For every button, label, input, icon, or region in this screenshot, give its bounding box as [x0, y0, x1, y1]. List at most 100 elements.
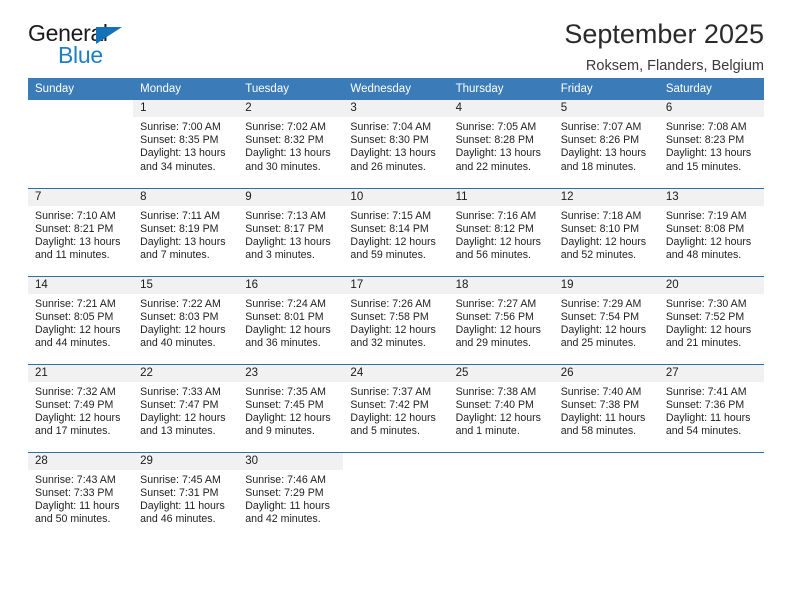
sunrise-text: Sunrise: 7:11 AM: [140, 209, 221, 222]
day-number: 25: [448, 364, 554, 382]
calendar-day-cell[interactable]: 28 Sunrise: 7:43 AM Sunset: 7:33 PM Dayligh…: [28, 451, 134, 540]
daylight-text-line1: Daylight: 11 hours: [140, 499, 225, 512]
sunset-text: Sunset: 8:10 PM: [560, 222, 640, 235]
calendar-day-cell[interactable]: 20 Sunrise: 7:30 AM Sunset: 7:52 PM Dayligh…: [658, 275, 764, 364]
title-block: September 2025 Roksem, Flanders, Belgium: [564, 18, 764, 76]
day-number: 3: [343, 100, 449, 117]
daylight-text-line1: Daylight: 12 hours: [245, 323, 331, 336]
calendar-day-cell[interactable]: 14 Sunrise: 7:21 AM Sunset: 8:05 PM Dayligh…: [28, 275, 134, 364]
day-number: 20: [658, 276, 764, 294]
day-number: [658, 452, 764, 470]
day-number: 29: [133, 452, 239, 470]
daylight-text-line1: Daylight: 12 hours: [35, 411, 121, 424]
sunrise-text: Sunrise: 7:38 AM: [455, 385, 537, 398]
sunset-text: Sunset: 8:12 PM: [455, 222, 534, 235]
calendar-day-cell[interactable]: 30 Sunrise: 7:46 AM Sunset: 7:29 PM Dayligh…: [238, 451, 344, 540]
daylight-text-line2: and 58 minutes.: [560, 425, 637, 438]
calendar-day-cell[interactable]: 27 Sunrise: 7:41 AM Sunset: 7:36 PM Dayligh…: [658, 363, 764, 452]
calendar-week-row: 14 Sunrise: 7:21 AM Sunset: 8:05 PM Dayligh…: [28, 275, 764, 364]
daylight-text-line1: Daylight: 12 hours: [560, 323, 647, 336]
logo-text-blue: Blue: [58, 42, 103, 68]
calendar-day-cell[interactable]: 8 Sunrise: 7:11 AM Sunset: 8:19 PM Daylight…: [133, 187, 239, 276]
calendar-day-cell[interactable]: 15 Sunrise: 7:22 AM Sunset: 8:03 PM Dayligh…: [133, 275, 239, 364]
calendar-day-cell[interactable]: 2 Sunrise: 7:02 AM Sunset: 8:32 PM Daylight…: [238, 100, 344, 188]
calendar-day-cell[interactable]: 24 Sunrise: 7:37 AM Sunset: 7:42 PM Dayligh…: [343, 363, 449, 452]
day-details: Sunrise: 7:22 AM Sunset: 8:03 PM Daylight:…: [133, 294, 238, 351]
daylight-text-line2: and 44 minutes.: [35, 337, 111, 350]
calendar-day-cell[interactable]: 22 Sunrise: 7:33 AM Sunset: 7:47 PM Dayligh…: [133, 363, 239, 452]
day-details: Sunrise: 7:02 AM Sunset: 8:32 PM Daylight:…: [238, 117, 343, 174]
sunset-text: Sunset: 8:26 PM: [560, 134, 640, 147]
sunset-text: Sunset: 8:14 PM: [350, 222, 429, 235]
calendar-day-cell[interactable]: 26 Sunrise: 7:40 AM Sunset: 7:38 PM Dayligh…: [553, 363, 659, 452]
day-details: Sunrise: 7:04 AM Sunset: 8:30 PM Daylight:…: [343, 117, 448, 174]
sunrise-text: Sunrise: 7:15 AM: [350, 209, 432, 222]
calendar-day-cell[interactable]: 29 Sunrise: 7:45 AM Sunset: 7:31 PM Dayligh…: [133, 451, 239, 540]
daylight-text-line1: Daylight: 13 hours: [35, 235, 121, 248]
sunset-text: Sunset: 7:40 PM: [455, 398, 534, 411]
sunrise-text: Sunrise: 7:43 AM: [35, 473, 116, 486]
day-details: Sunrise: 7:05 AM Sunset: 8:28 PM Daylight:…: [449, 117, 554, 174]
sunrise-text: Sunrise: 7:27 AM: [455, 297, 537, 310]
calendar-day-cell[interactable]: 7 Sunrise: 7:10 AM Sunset: 8:21 PM Daylight…: [28, 187, 134, 276]
sunset-text: Sunset: 8:23 PM: [665, 134, 745, 147]
daylight-text-line1: Daylight: 13 hours: [455, 147, 541, 160]
daylight-text-line2: and 13 minutes.: [140, 425, 216, 438]
calendar-day-cell[interactable]: 6 Sunrise: 7:08 AM Sunset: 8:23 PM Daylight…: [658, 100, 764, 188]
calendar-day-cell[interactable]: 19 Sunrise: 7:29 AM Sunset: 7:54 PM Dayligh…: [553, 275, 659, 364]
calendar-day-cell[interactable]: 13 Sunrise: 7:19 AM Sunset: 8:08 PM Dayligh…: [658, 187, 764, 276]
sunset-text: Sunset: 7:47 PM: [140, 398, 219, 411]
daylight-text-line1: Daylight: 12 hours: [455, 411, 541, 424]
daylight-text-line1: Daylight: 12 hours: [455, 235, 541, 248]
day-number: 5: [553, 100, 659, 117]
daylight-text-line2: and 48 minutes.: [665, 249, 742, 262]
day-number: 8: [133, 188, 239, 206]
calendar-cell-empty: [553, 451, 659, 540]
calendar-day-cell[interactable]: 18 Sunrise: 7:27 AM Sunset: 7:56 PM Dayligh…: [448, 275, 554, 364]
calendar-day-cell[interactable]: 9 Sunrise: 7:13 AM Sunset: 8:17 PM Daylight…: [238, 187, 344, 276]
calendar-day-cell[interactable]: 3 Sunrise: 7:04 AM Sunset: 8:30 PM Daylight…: [343, 100, 449, 188]
daylight-text-line2: and 50 minutes.: [35, 513, 111, 526]
day-number: 28: [28, 452, 134, 470]
sunset-text: Sunset: 8:21 PM: [35, 222, 114, 235]
sunset-text: Sunset: 8:19 PM: [140, 222, 219, 235]
page-header: General Blue September 2025 Roksem, Flan…: [28, 0, 764, 74]
daylight-text-line2: and 52 minutes.: [560, 249, 637, 262]
calendar-day-cell[interactable]: 11 Sunrise: 7:16 AM Sunset: 8:12 PM Dayligh…: [448, 187, 554, 276]
sunrise-text: Sunrise: 7:07 AM: [560, 121, 642, 133]
day-details: Sunrise: 7:40 AM Sunset: 7:38 PM Daylight:…: [554, 382, 659, 439]
day-number: [28, 100, 134, 117]
weekday-header-monday: Monday: [133, 78, 239, 100]
calendar-day-cell[interactable]: 16 Sunrise: 7:24 AM Sunset: 8:01 PM Dayligh…: [238, 275, 344, 364]
day-number: 26: [553, 364, 659, 382]
calendar-day-cell[interactable]: 23 Sunrise: 7:35 AM Sunset: 7:45 PM Dayligh…: [238, 363, 344, 452]
sunrise-text: Sunrise: 7:18 AM: [560, 209, 642, 222]
sunset-text: Sunset: 7:31 PM: [140, 486, 219, 499]
calendar-day-cell[interactable]: 5 Sunrise: 7:07 AM Sunset: 8:26 PM Daylight…: [553, 100, 659, 188]
sunset-text: Sunset: 7:42 PM: [350, 398, 429, 411]
calendar-day-cell[interactable]: 25 Sunrise: 7:38 AM Sunset: 7:40 PM Dayligh…: [448, 363, 554, 452]
calendar-day-cell[interactable]: 1 Sunrise: 7:00 AM Sunset: 8:35 PM Daylight…: [133, 100, 239, 188]
sunset-text: Sunset: 7:49 PM: [35, 398, 114, 411]
calendar-day-cell[interactable]: 4 Sunrise: 7:05 AM Sunset: 8:28 PM Daylight…: [448, 100, 554, 188]
daylight-text-line1: Daylight: 12 hours: [140, 323, 226, 336]
calendar-cell-empty: [28, 100, 134, 188]
sunset-text: Sunset: 8:08 PM: [665, 222, 745, 235]
day-details: Sunrise: 7:35 AM Sunset: 7:45 PM Daylight:…: [238, 382, 343, 439]
calendar-day-cell[interactable]: 17 Sunrise: 7:26 AM Sunset: 7:58 PM Dayligh…: [343, 275, 449, 364]
calendar-body: 1 Sunrise: 7:00 AM Sunset: 8:35 PM Daylight…: [28, 100, 764, 540]
calendar-day-cell[interactable]: 21 Sunrise: 7:32 AM Sunset: 7:49 PM Dayligh…: [28, 363, 134, 452]
sunset-text: Sunset: 7:56 PM: [455, 310, 534, 323]
daylight-text-line2: and 11 minutes.: [35, 249, 110, 262]
day-details: Sunrise: 7:19 AM Sunset: 8:08 PM Daylight:…: [659, 206, 764, 263]
sunrise-text: Sunrise: 7:19 AM: [665, 209, 747, 222]
weekday-header-sunday: Sunday: [28, 78, 134, 100]
day-number: 10: [343, 188, 449, 206]
sunrise-text: Sunrise: 7:10 AM: [35, 209, 116, 222]
weekday-header-friday: Friday: [553, 78, 659, 100]
calendar-day-cell[interactable]: 12 Sunrise: 7:18 AM Sunset: 8:10 PM Dayligh…: [553, 187, 659, 276]
daylight-text-line1: Daylight: 11 hours: [665, 411, 751, 424]
daylight-text-line2: and 3 minutes.: [245, 249, 315, 262]
calendar-day-cell[interactable]: 10 Sunrise: 7:15 AM Sunset: 8:14 PM Dayligh…: [343, 187, 449, 276]
daylight-text-line2: and 25 minutes.: [560, 337, 637, 350]
